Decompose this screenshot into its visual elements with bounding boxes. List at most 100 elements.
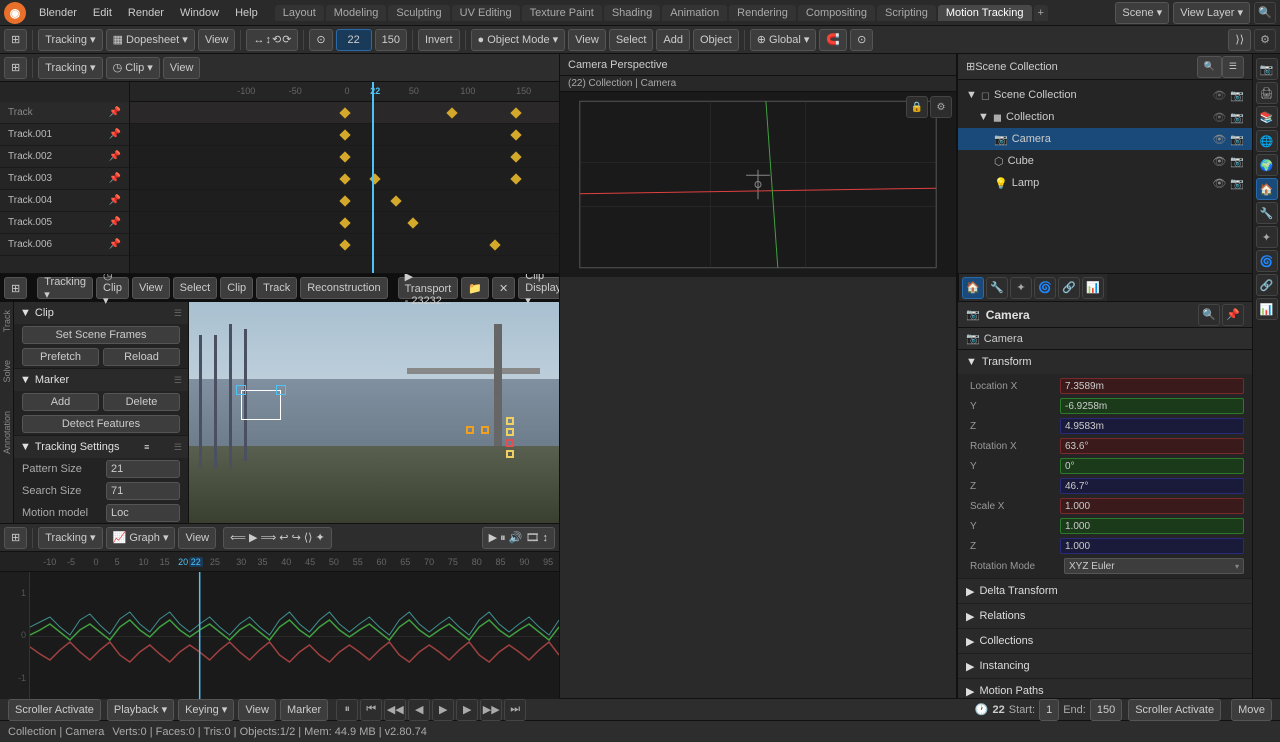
keyframe-row-005[interactable] [130, 212, 559, 234]
tab-layout[interactable]: Layout [275, 5, 324, 21]
dopesheet-tracking-mode[interactable]: Tracking ▾ [38, 57, 102, 79]
keyframe-row-004[interactable] [130, 190, 559, 212]
menu-render[interactable]: Render [121, 5, 171, 21]
tree-lamp[interactable]: 💡 Lamp 👁 📷 [958, 172, 1252, 194]
physics-props-icon[interactable]: 🌀 [1256, 250, 1278, 272]
view-layer-selector[interactable]: View Layer ▾ [1173, 2, 1250, 24]
keyframe-area[interactable]: -100 -50 0 22 50 100 150 [130, 82, 559, 273]
graph-tracking-btn[interactable]: Tracking ▾ [38, 527, 102, 549]
viewport-view-btn[interactable]: View [132, 277, 170, 299]
tab-rendering[interactable]: Rendering [729, 5, 796, 21]
tab-compositing[interactable]: Compositing [798, 5, 875, 21]
prev-key-icon[interactable]: ◀ [408, 699, 430, 721]
settings-icon[interactable]: ⚙ [1254, 29, 1276, 51]
tab-animation[interactable]: Animation [662, 5, 727, 21]
pivot-btn[interactable]: ⊙ [309, 29, 332, 51]
viewport-editor-type[interactable]: ⊞ [4, 277, 27, 299]
scene-vis-icon[interactable]: 👁 [1212, 89, 1226, 102]
selected-marker[interactable] [241, 390, 281, 420]
tab-texture-paint[interactable]: Texture Paint [522, 5, 602, 21]
prefetch-btn[interactable]: Prefetch [22, 348, 99, 366]
jump-end-icon[interactable]: ⏭ [504, 699, 526, 721]
scene-props-icon[interactable]: 🌐 [1256, 130, 1278, 152]
tab-modeling[interactable]: Modeling [326, 5, 387, 21]
graph-type-btn[interactable]: 📈 Graph ▾ [106, 527, 176, 549]
camera-lock-icon[interactable]: 🔒 [906, 96, 928, 118]
keyframe-row-002[interactable] [130, 146, 559, 168]
prop-tab-particles[interactable]: ✦ [1010, 277, 1032, 299]
object-mode-btn[interactable]: ● Object Mode ▾ [471, 29, 566, 51]
transform-orientations[interactable]: ⊕ Global ▾ [750, 29, 817, 51]
pattern-size-value[interactable]: 21 [106, 460, 180, 478]
prop-tab-data[interactable]: 📊 [1082, 277, 1104, 299]
search-size-value[interactable]: 71 [106, 482, 180, 500]
next-frame-icon[interactable]: ▶▶ [480, 699, 502, 721]
tab-sculpting[interactable]: Sculpting [388, 5, 449, 21]
keyframe-row-track[interactable] [130, 102, 559, 124]
viewport-tracking-mode[interactable]: Tracking ▾ [37, 277, 93, 299]
transform-header[interactable]: ▼ Transform [958, 350, 1252, 374]
viewport-clip-btn[interactable]: ◷ Clip ▾ [96, 277, 129, 299]
playback-view-btn[interactable]: View [238, 699, 276, 721]
menu-window[interactable]: Window [173, 5, 226, 21]
scene-collection-filter[interactable]: 🔍 [1197, 56, 1222, 78]
rotation-x[interactable]: 63.6° [1060, 438, 1244, 454]
solve-tab[interactable]: Solve [2, 360, 12, 383]
track-row-003[interactable]: Track.003 📌 [0, 168, 129, 190]
ts-list-icon[interactable]: ≡ [144, 442, 149, 452]
rotation-y[interactable]: 0° [1060, 458, 1244, 474]
proportional-btn[interactable]: ⊙ [850, 29, 873, 51]
dopesheet-editor-type[interactable]: ⊞ [4, 57, 27, 79]
cam-render-icon[interactable]: 📷 [1230, 133, 1244, 146]
view-btn-main[interactable]: View [198, 29, 236, 51]
keyframe-row-003[interactable] [130, 168, 559, 190]
end-frame-input[interactable]: 150 [1090, 699, 1122, 721]
render-props-icon[interactable]: 📷 [1256, 58, 1278, 80]
delete-marker-btn[interactable]: Delete [103, 393, 180, 411]
motion-paths-header[interactable]: ▶ Motion Paths [958, 679, 1252, 698]
lamp-render-icon[interactable]: 📷 [1230, 177, 1244, 190]
misc-tools[interactable]: ⟩⟩ [1228, 29, 1251, 51]
prop-search-icon[interactable]: 🔍 [1198, 304, 1220, 326]
move-btn-status[interactable]: Move [1231, 699, 1272, 721]
set-scene-frames-btn[interactable]: Set Scene Frames [22, 326, 180, 344]
location-z[interactable]: 4.9583m [1060, 418, 1244, 434]
viewport-clip-display[interactable]: Clip Display ▾ [518, 277, 559, 299]
frame-max-btn[interactable]: 150 [375, 29, 407, 51]
jump-start-icon[interactable]: ⏮ [360, 699, 382, 721]
scroller-right-btn[interactable]: Scroller Activate [1128, 699, 1221, 721]
marker-menu-icon[interactable]: ☰ [174, 375, 182, 386]
next-key-icon[interactable]: ▶ [456, 699, 478, 721]
modifier-props-icon[interactable]: 🔧 [1256, 202, 1278, 224]
playback-marker-btn[interactable]: Marker [280, 699, 328, 721]
scene-collection-menu[interactable]: ☰ [1222, 56, 1244, 78]
viewport-close-btn[interactable]: ✕ [492, 277, 515, 299]
prop-tab-modifier[interactable]: 🔧 [986, 277, 1008, 299]
add-btn[interactable]: Add [656, 29, 690, 51]
output-props-icon[interactable]: 🖨 [1256, 82, 1278, 104]
collections-header[interactable]: ▶ Collections [958, 629, 1252, 653]
motion-model-value[interactable]: Loc [106, 504, 180, 522]
delta-transform-header[interactable]: ▶ Delta Transform [958, 579, 1252, 603]
graph-view-btn[interactable]: View [178, 527, 216, 549]
playback-mode-btn[interactable]: Playback ▾ [107, 699, 174, 721]
particles-props-icon[interactable]: ✦ [1256, 226, 1278, 248]
constraints-props-icon[interactable]: 🔗 [1256, 274, 1278, 296]
scale-y[interactable]: 1.000 [1060, 518, 1244, 534]
main-viewport[interactable] [180, 302, 559, 523]
search-icon-global[interactable]: 🔍 [1254, 2, 1276, 24]
clip-menu-icon[interactable]: ☰ [174, 308, 182, 319]
scale-x[interactable]: 1.000 [1060, 498, 1244, 514]
prop-tab-object[interactable]: 🏠 [962, 277, 984, 299]
viewport-file-btns[interactable]: 📁 [461, 277, 489, 299]
tab-scripting[interactable]: Scripting [877, 5, 936, 21]
lamp-vis-icon[interactable]: 👁 [1212, 177, 1226, 190]
tracking-mode-btn[interactable]: Tracking ▾ [38, 29, 102, 51]
keying-btn[interactable]: Keying ▾ [178, 699, 234, 721]
annotation-tab[interactable]: Annotation [2, 411, 12, 454]
play-icon[interactable]: ▶ [432, 699, 454, 721]
dopesheet-view-btn[interactable]: View [163, 57, 201, 79]
track-row-005[interactable]: Track.005 📌 [0, 212, 129, 234]
menu-file[interactable]: Blender [32, 5, 84, 21]
track-row-004[interactable]: Track.004 📌 [0, 190, 129, 212]
